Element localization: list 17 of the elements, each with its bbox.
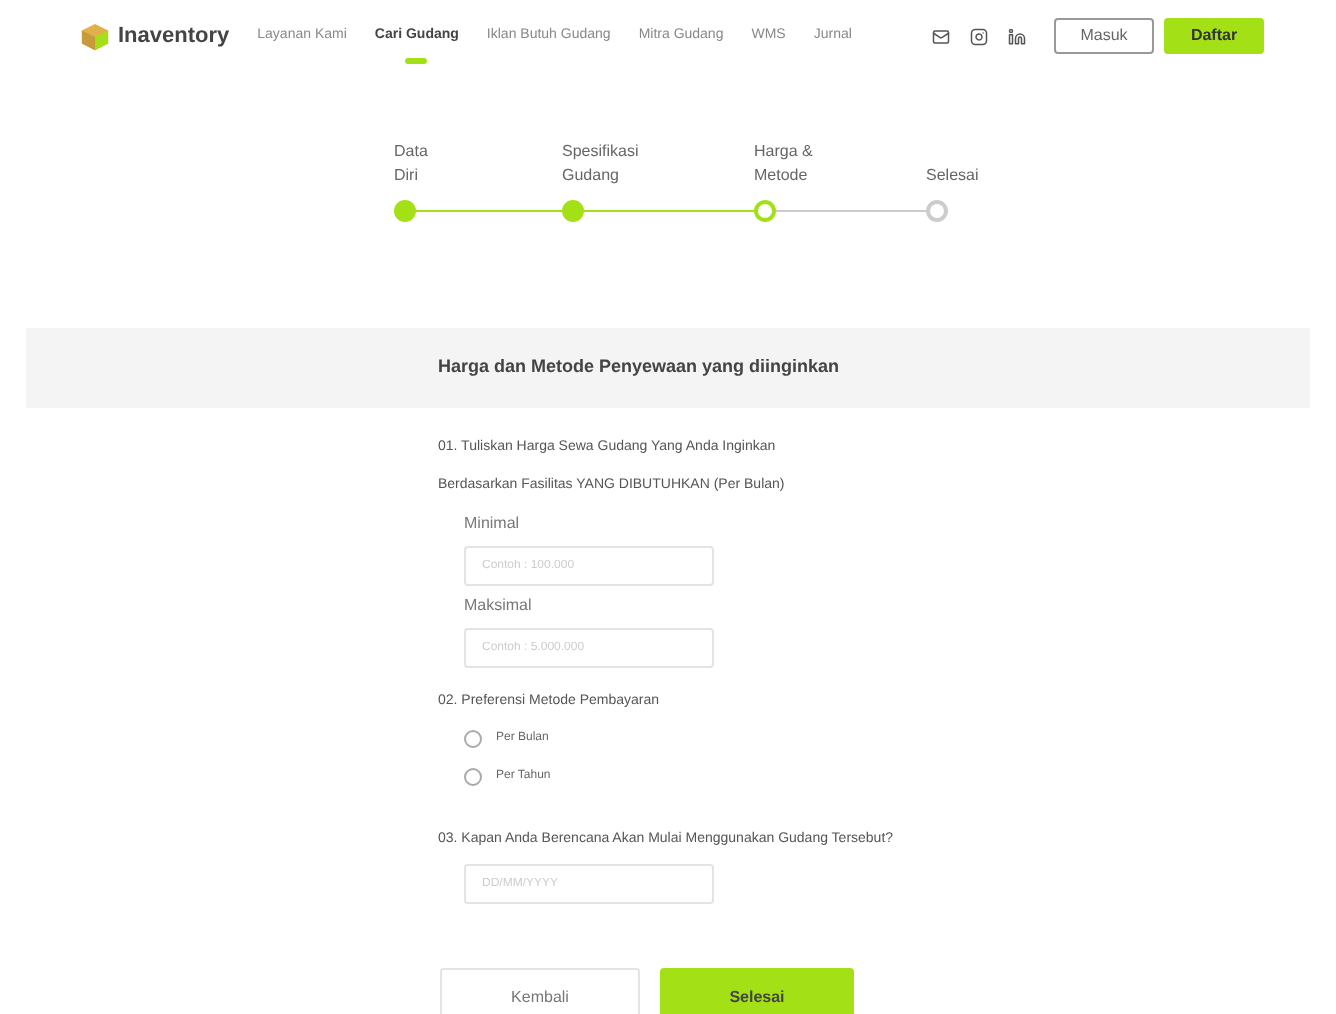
field-label: Minimal	[464, 512, 522, 536]
finish-button[interactable]: Selesai	[660, 968, 854, 1014]
section-title: Harga dan Metode Penyewaan yang diinginkan	[438, 354, 840, 381]
step-label: Data Diri	[394, 140, 430, 188]
active-tab-indicator	[405, 57, 428, 64]
back-button[interactable]: Kembali	[440, 968, 640, 1014]
brand-name: Inaventory	[118, 21, 230, 52]
login-button[interactable]: Masuk	[1054, 18, 1154, 54]
register-button[interactable]: Daftar	[1164, 18, 1264, 54]
step-label: Selesai	[926, 164, 979, 188]
instagram-icon[interactable]	[970, 27, 988, 45]
mail-icon[interactable]	[932, 27, 950, 45]
step-label: Spesifikasi Gudang	[562, 140, 641, 188]
step-label: Harga & Metode	[754, 140, 815, 188]
cube-logo-icon	[80, 21, 110, 51]
field-label: Maksimal	[464, 594, 534, 618]
linkedin-icon[interactable]	[1008, 27, 1026, 45]
